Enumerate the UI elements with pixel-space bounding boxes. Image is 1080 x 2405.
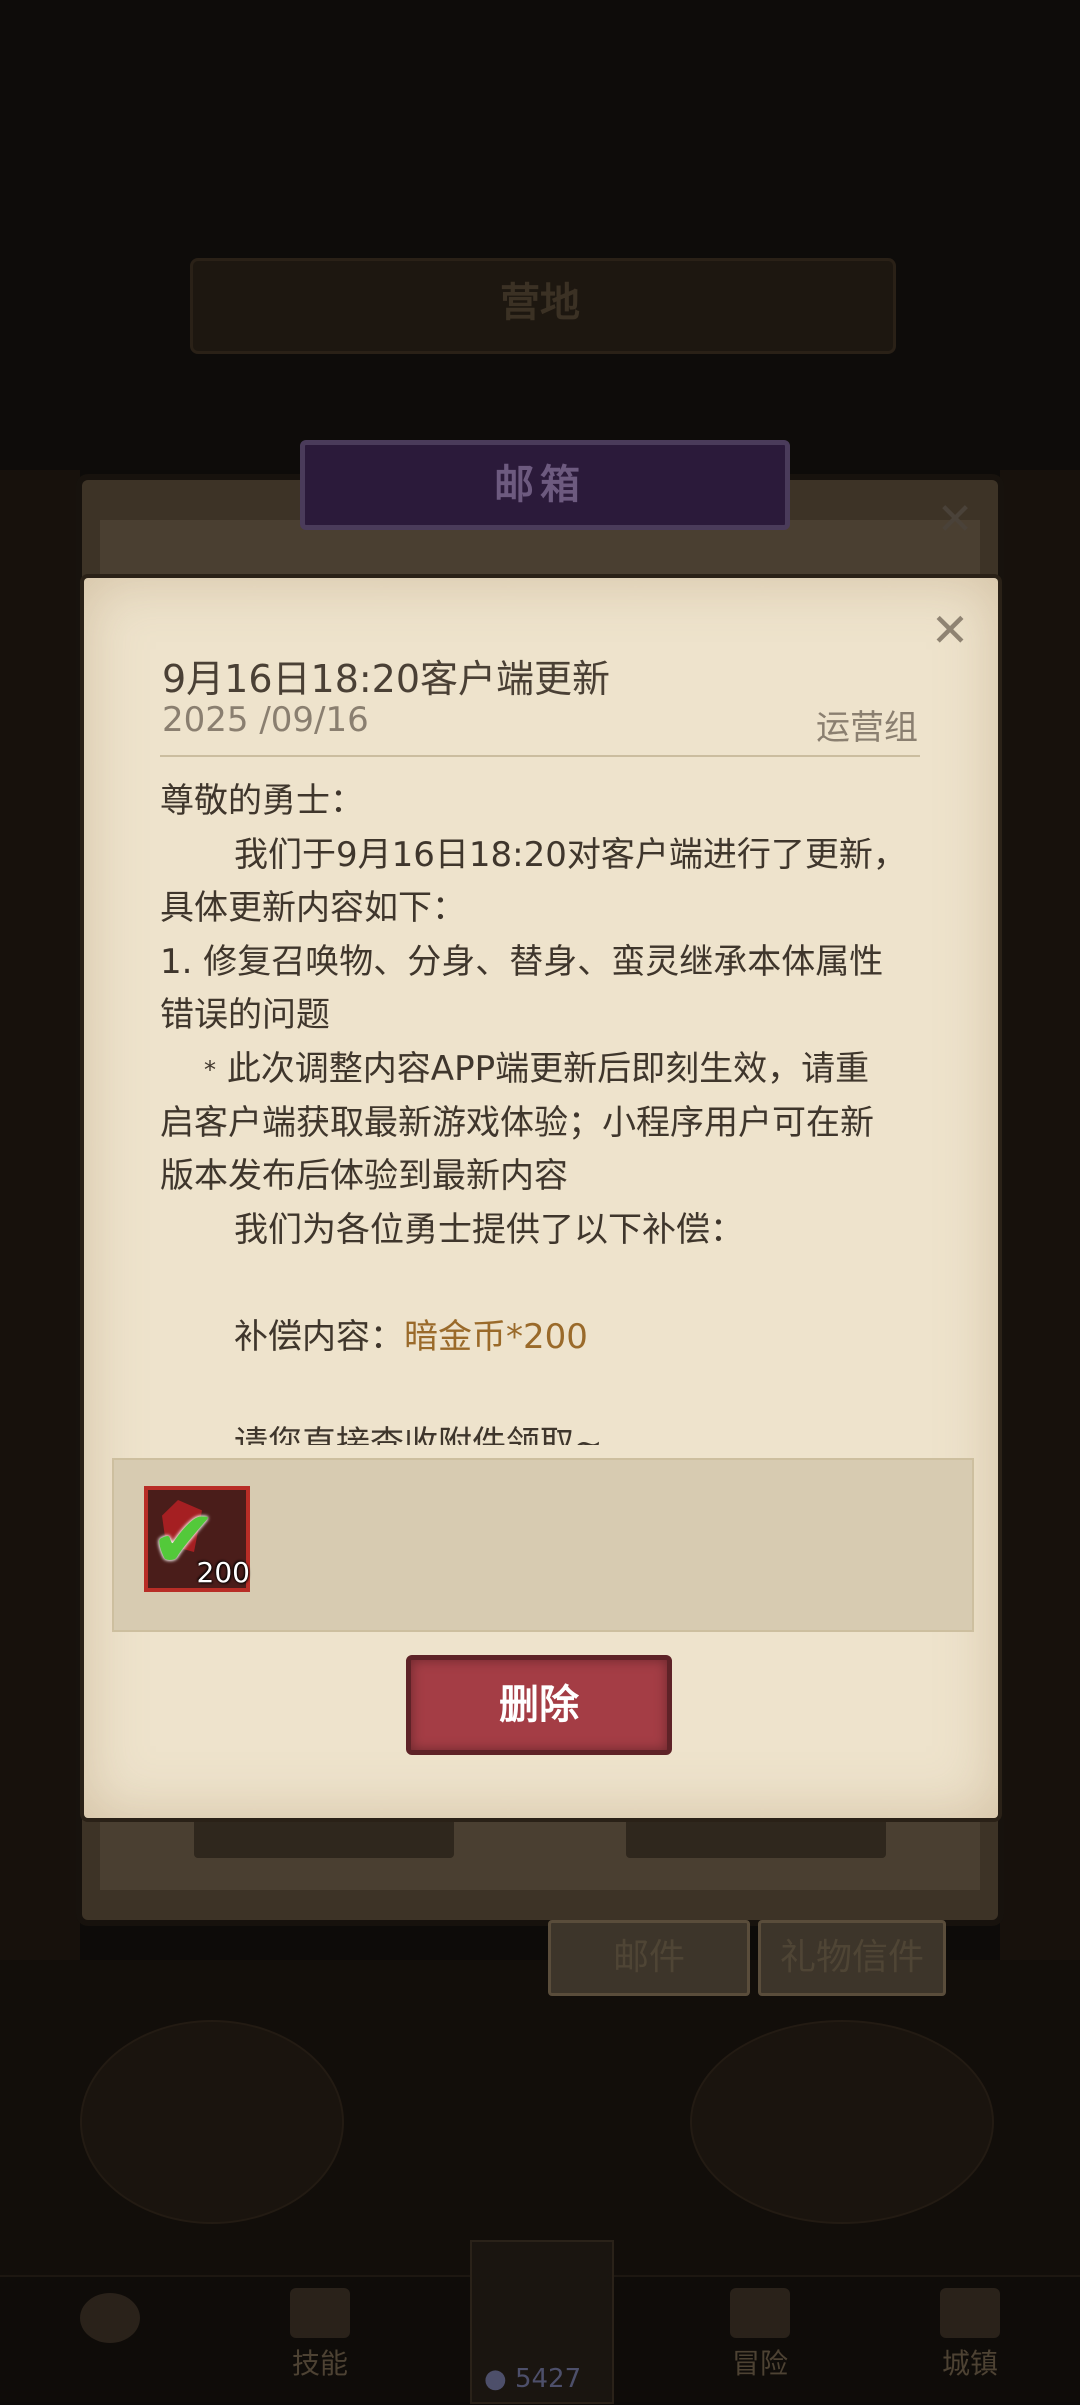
mailbox-button-left bbox=[194, 1818, 454, 1858]
mail-body[interactable]: 尊敬的勇士： 我们于9月16日18:20对客户端进行了更新， 具体更新内容如下：… bbox=[160, 775, 930, 1445]
item-quantity: 200 bbox=[196, 1556, 250, 1589]
scene-right-edge bbox=[1000, 470, 1080, 1970]
mailbox-title: 邮箱 bbox=[494, 462, 586, 508]
body-line bbox=[160, 1364, 930, 1418]
body-line: 启客户端获取最新游戏体验；小程序用户可在新 bbox=[160, 1102, 874, 1143]
castle-icon bbox=[940, 2288, 1000, 2338]
nav-city[interactable]: 城镇 bbox=[910, 2280, 1030, 2400]
star-mark: * bbox=[204, 1055, 216, 1084]
map-icon bbox=[730, 2288, 790, 2338]
body-line: 补偿内容：暗金币*200 bbox=[160, 1311, 930, 1365]
body-line-text: 此次调整内容APP端更新后即刻生效，请重 bbox=[226, 1048, 870, 1089]
book-icon bbox=[290, 2288, 350, 2338]
nav-city-label: 城镇 bbox=[941, 2347, 998, 2380]
tab-mail[interactable]: 邮件 bbox=[548, 1920, 750, 1996]
nav-skills-label: 技能 bbox=[291, 2347, 348, 2380]
divider bbox=[160, 755, 920, 757]
rock-left bbox=[80, 2020, 344, 2224]
mail-sender: 运营组 bbox=[816, 708, 918, 748]
close-icon[interactable]: ✕ bbox=[920, 600, 980, 660]
mail-title: 9月16日18:20客户端更新 bbox=[162, 657, 611, 701]
compensation-label: 补偿内容： bbox=[234, 1316, 404, 1357]
body-line bbox=[160, 1257, 930, 1311]
body-line: 错误的问题 bbox=[160, 995, 330, 1035]
background-scene bbox=[0, 0, 1080, 470]
body-line: 我们为各位勇士提供了以下补偿： bbox=[234, 1209, 744, 1250]
mail-date: 2025 /09/16 bbox=[162, 700, 369, 740]
tab-gift-mail[interactable]: 礼物信件 bbox=[758, 1920, 946, 1996]
body-line: 版本发布后体验到最新内容 bbox=[160, 1156, 568, 1197]
camp-title: 营地 bbox=[500, 280, 580, 326]
nav-close-icon[interactable] bbox=[50, 2285, 170, 2405]
compensation-value: 暗金币*200 bbox=[404, 1316, 588, 1357]
body-line: 尊敬的勇士： bbox=[160, 781, 364, 821]
nav-adventure-label: 冒险 bbox=[731, 2347, 788, 2380]
mailbox-close-icon[interactable]: ✕ bbox=[930, 495, 980, 545]
delete-button[interactable]: 删除 bbox=[406, 1655, 672, 1755]
body-line: 1. 修复召唤物、分身、替身、蛮灵继承本体属性 bbox=[160, 941, 884, 982]
rock-right bbox=[690, 2020, 994, 2224]
body-line: * 此次调整内容APP端更新后即刻生效，请重 bbox=[160, 1043, 930, 1097]
energy-icon: ● bbox=[484, 2364, 507, 2394]
energy-number: 5427 bbox=[514, 2364, 582, 2394]
nav-adventure[interactable]: 冒险 bbox=[700, 2280, 820, 2400]
nav-skills[interactable]: 技能 bbox=[260, 2280, 380, 2400]
mailbox-button-right bbox=[626, 1818, 886, 1858]
body-line: 请您直接查收附件领取~ bbox=[234, 1423, 603, 1445]
body-line: 我们于9月16日18:20对客户端进行了更新， bbox=[234, 834, 907, 875]
body-line: 具体更新内容如下： bbox=[160, 888, 466, 928]
scene-left-edge bbox=[0, 470, 80, 1970]
energy-value: ● 5427 bbox=[484, 2364, 581, 2394]
